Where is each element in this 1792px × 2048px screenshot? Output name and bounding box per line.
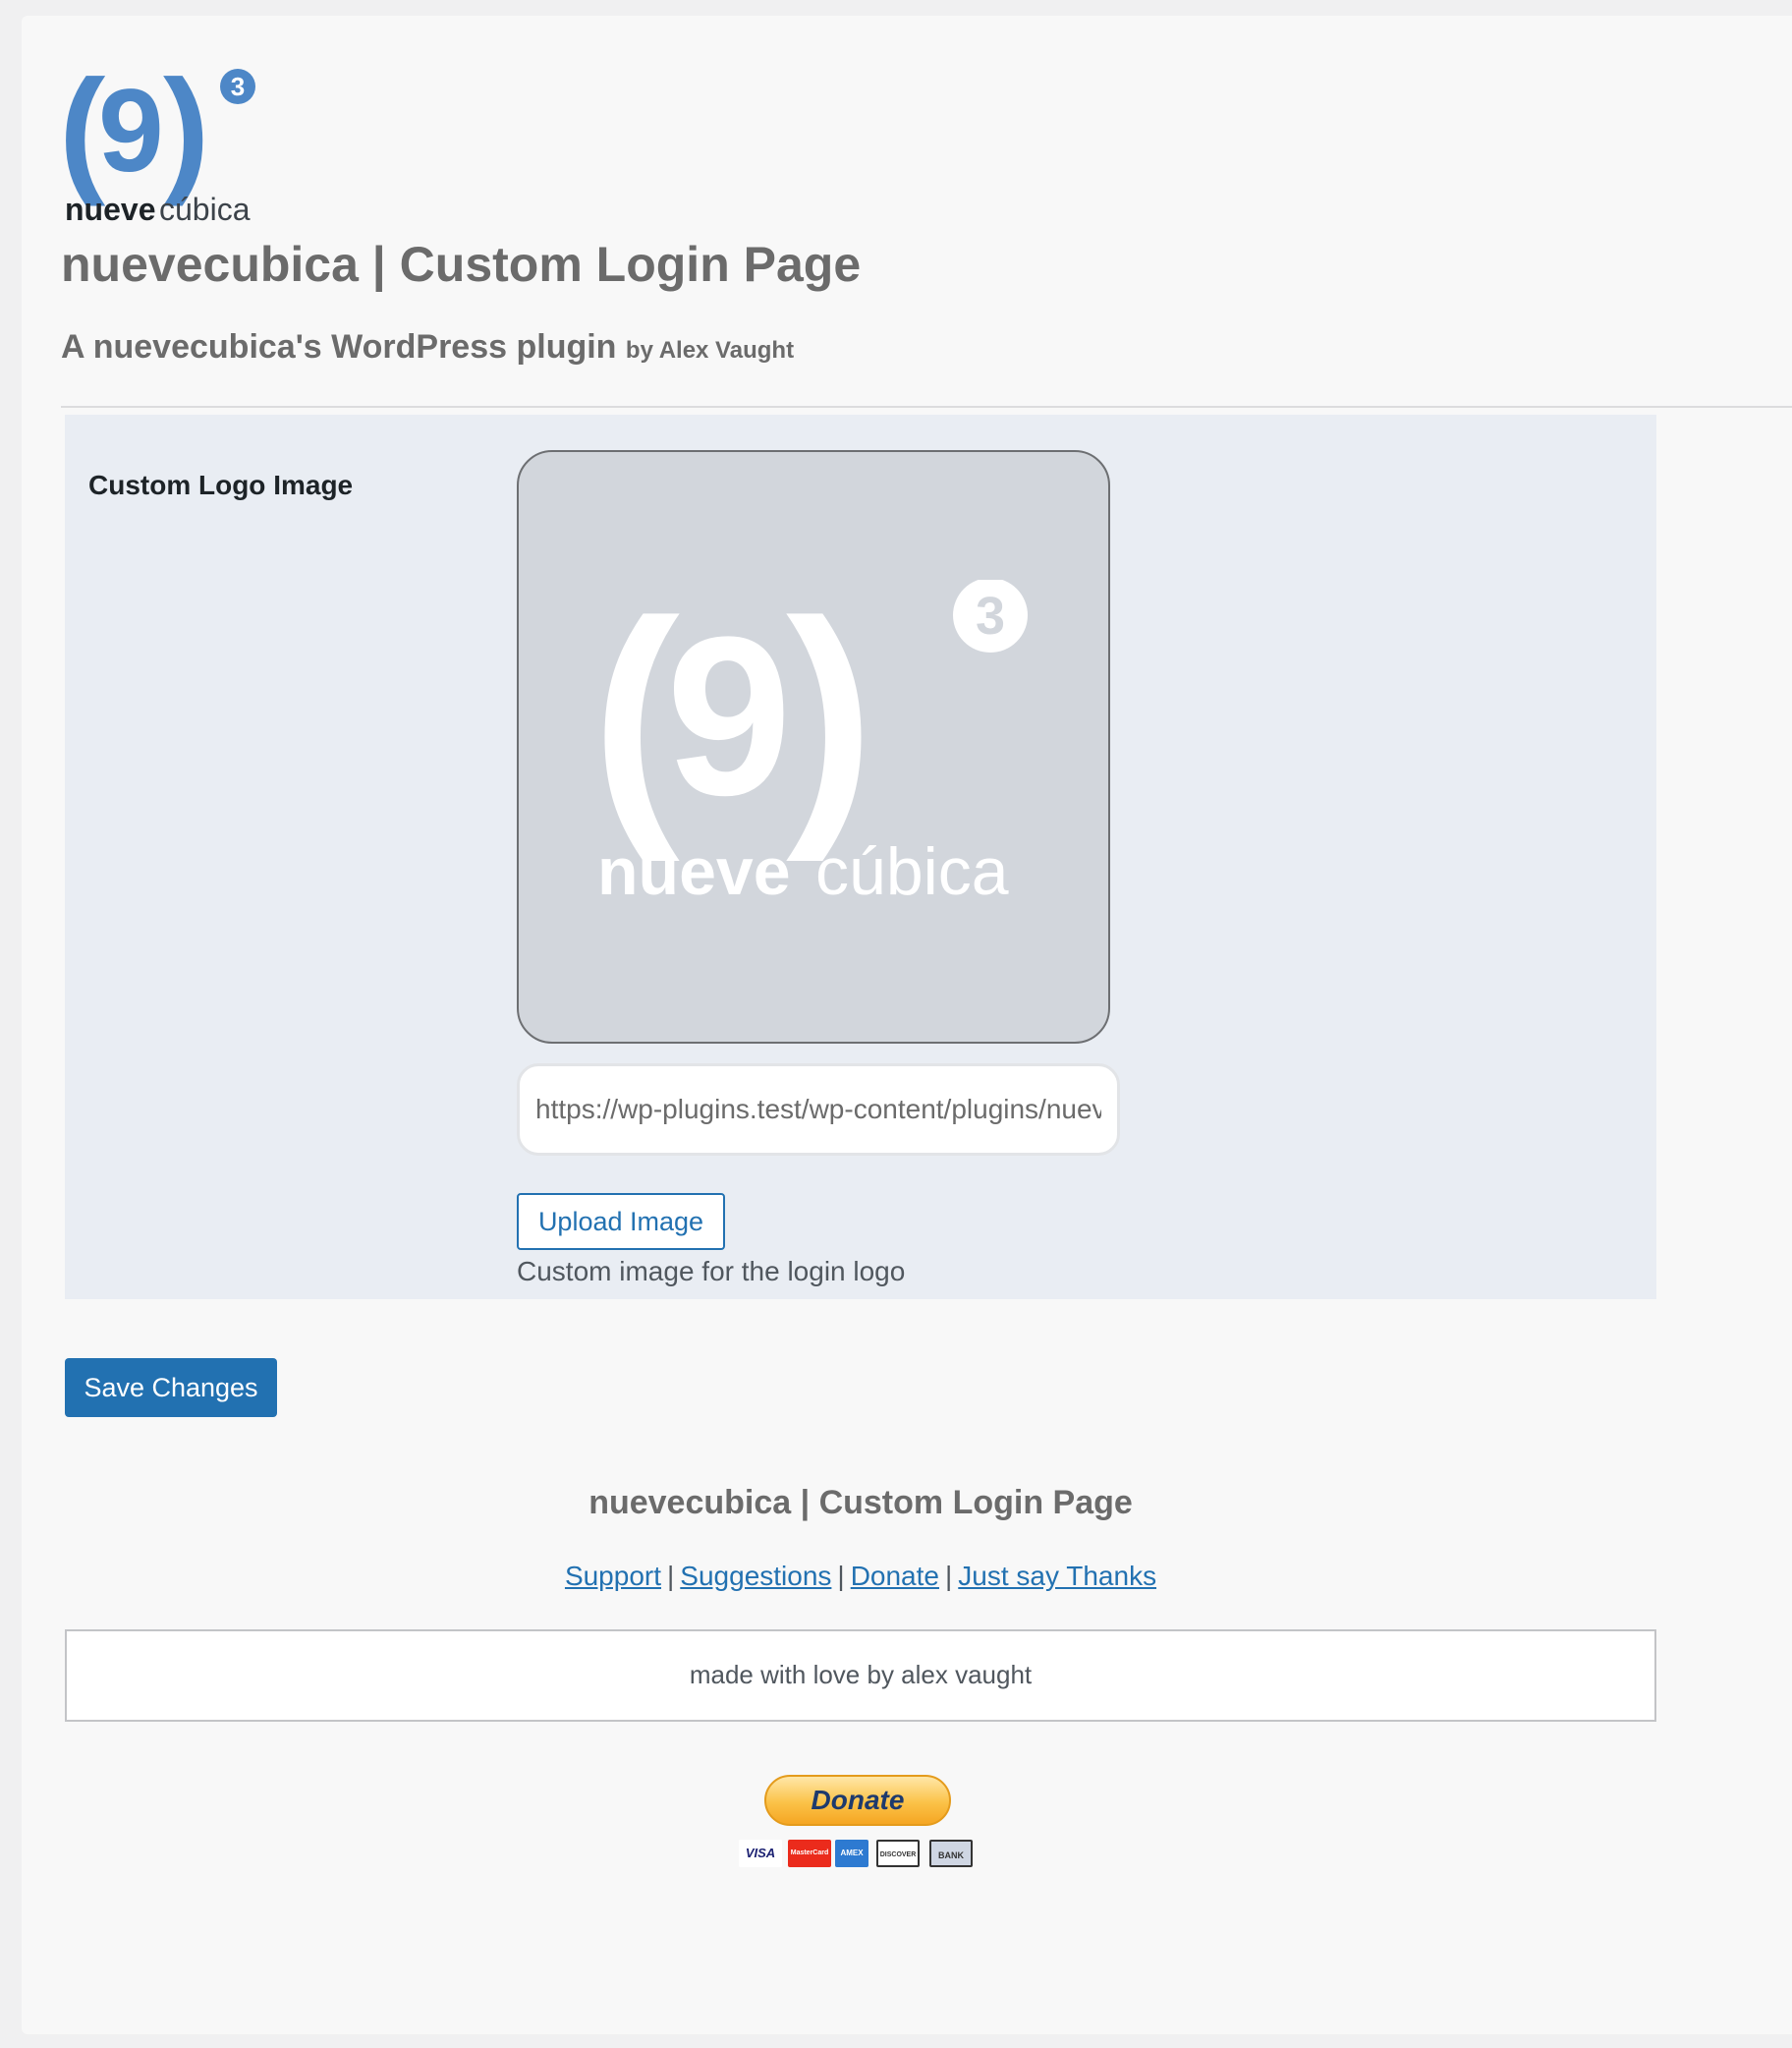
header-divider xyxy=(61,406,1792,408)
svg-text:cúbica: cúbica xyxy=(159,192,251,226)
link-separator: | xyxy=(944,1561,953,1591)
settings-panel: Custom Logo Image ( 9 ) 3 nueve cúbica U… xyxy=(65,415,1656,1299)
paypal-donate-button[interactable]: Donate xyxy=(764,1775,951,1826)
svg-text:9: 9 xyxy=(98,65,164,197)
discover-card-icon: DISCOVER xyxy=(876,1840,920,1867)
subtitle-text: A nuevecubica's WordPress plugin xyxy=(61,328,617,366)
svg-text:nueve: nueve xyxy=(597,834,791,909)
custom-logo-label: Custom Logo Image xyxy=(88,470,354,500)
support-link[interactable]: Support xyxy=(565,1561,661,1591)
visa-card-icon: VISA xyxy=(739,1840,782,1867)
svg-text:): ) xyxy=(786,580,874,864)
svg-text:cúbica: cúbica xyxy=(815,834,1009,909)
svg-text:3: 3 xyxy=(231,72,245,101)
footer-links: Support | Suggestions | Donate | Just say Than… xyxy=(65,1561,1656,1592)
logo-preview: ( 9 ) 3 nueve cúbica xyxy=(517,450,1110,1044)
page-subtitle: A nuevecubica's WordPress plugin by Alex… xyxy=(61,328,794,367)
logo-preview-image: ( 9 ) 3 nueve cúbica xyxy=(597,580,1028,909)
amex-card-icon: AMEX xyxy=(835,1840,868,1867)
upload-image-button[interactable]: Upload Image xyxy=(517,1193,725,1250)
svg-text:9: 9 xyxy=(666,590,792,842)
subtitle-author: by Alex Vaught xyxy=(625,337,795,364)
bank-card-icon: BANK xyxy=(929,1840,973,1867)
svg-text:3: 3 xyxy=(976,587,1005,646)
link-separator: | xyxy=(837,1561,845,1591)
svg-text:nueve: nueve xyxy=(65,192,155,226)
payment-cards: VISA MasterCard AMEX DISCOVER BANK xyxy=(739,1840,984,1871)
logo-field-description: Custom image for the login logo xyxy=(517,1256,906,1286)
page-title: nuevecubica | Custom Login Page xyxy=(61,237,862,292)
just-say-thanks-link[interactable]: Just say Thanks xyxy=(958,1561,1156,1591)
made-with-love-box: made with love by alex vaught xyxy=(65,1629,1656,1722)
logo-url-input[interactable] xyxy=(517,1063,1120,1156)
footer-title: nuevecubica | Custom Login Page xyxy=(588,1484,1133,1521)
save-changes-button[interactable]: Save Changes xyxy=(65,1358,277,1417)
donate-link[interactable]: Donate xyxy=(851,1561,939,1591)
nuevecubica-logo: ( 9 ) 3 nueve cúbica xyxy=(61,51,255,226)
mastercard-card-icon: MasterCard xyxy=(788,1840,831,1867)
svg-text:): ) xyxy=(163,51,209,207)
suggestions-link[interactable]: Suggestions xyxy=(680,1561,831,1591)
link-separator: | xyxy=(667,1561,675,1591)
settings-page: ( 9 ) 3 nueve cúbica nuevecubica | Custo… xyxy=(22,16,1792,2034)
paypal-donate: Donate VISA MasterCard AMEX DISCOVER BAN… xyxy=(739,1775,984,1873)
